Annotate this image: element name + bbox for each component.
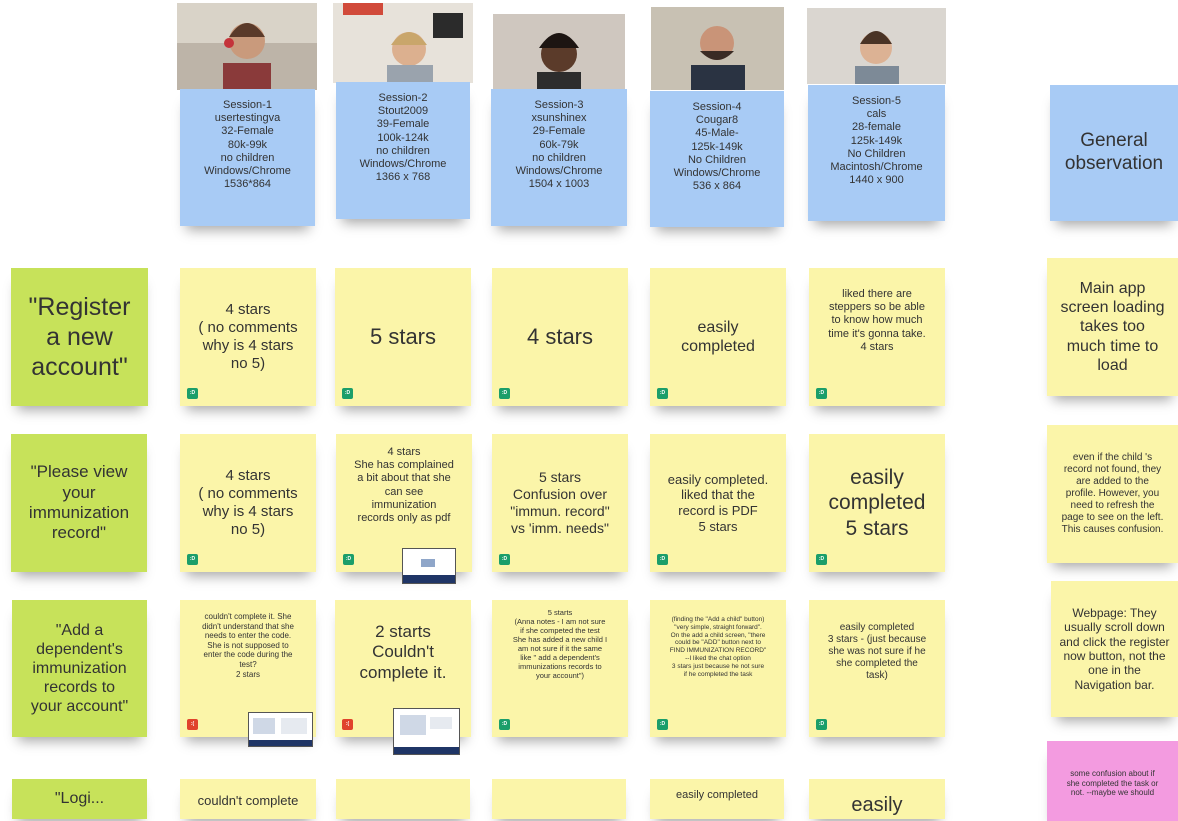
task-note-text: "Please view your immunization record" [28, 462, 130, 543]
observation-text: even if the child 's record not found, t… [1061, 452, 1164, 535]
session-note-2[interactable]: Session-2 Stout2009 39-Female 100k-124k … [336, 82, 470, 219]
feedback-text: 5 starts (Anna notes - I am not sure if … [512, 608, 608, 680]
task-note-add-dependent[interactable]: "Add a dependent's immunization records … [12, 600, 147, 737]
participant-photo-2 [333, 3, 473, 83]
feedback-text: 5 stars Confusion over "immun. record" v… [510, 469, 610, 536]
session-note-5[interactable]: Session-5 cals 28-female 125k-149k No Ch… [808, 85, 945, 221]
feedback-note-r1-s2[interactable]: 5 stars :D [335, 268, 471, 406]
task-note-view-record[interactable]: "Please view your immunization record" [11, 434, 147, 572]
feedback-note-r3-s4[interactable]: (finding the "Add a child" button) "very… [650, 600, 786, 737]
observation-note-4[interactable]: some confusion about if she completed th… [1047, 741, 1178, 821]
success-badge: :D [343, 554, 354, 565]
feedback-text: easily completed 5 stars [828, 466, 926, 540]
feedback-note-r3-s5[interactable]: easily completed 3 stars - (just because… [809, 600, 945, 737]
observation-note-2[interactable]: even if the child 's record not found, t… [1047, 425, 1178, 563]
success-badge: :D [657, 388, 668, 399]
general-observation-note[interactable]: General observation [1050, 85, 1178, 221]
session-note-1[interactable]: Session-1 usertestingva 32-Female 80k-99… [180, 89, 315, 226]
session-note-text: Session-5 cals 28-female 125k-149k No Ch… [830, 95, 923, 187]
success-badge: :D [657, 719, 668, 730]
task-note-text: "Add a dependent's immunization records … [30, 621, 129, 716]
feedback-text: 5 stars [369, 323, 437, 349]
general-observation-title: General observation [1064, 130, 1164, 174]
feedback-text: easily [851, 794, 903, 816]
task-note-text: "Logi... [54, 790, 105, 808]
fail-badge: :( [187, 719, 198, 730]
feedback-text: 4 stars ( no comments why is 4 stars no … [198, 467, 298, 538]
success-badge: :D [816, 719, 827, 730]
success-badge: :D [499, 554, 510, 565]
success-badge: :D [342, 388, 353, 399]
participant-photo-1 [177, 3, 317, 90]
feedback-note-r4-s5[interactable]: easily [809, 779, 945, 819]
feedback-text: easily completed [681, 318, 755, 355]
participant-photo-5 [807, 8, 946, 84]
observation-text: Main app screen loading takes too much t… [1060, 280, 1165, 374]
feedback-note-r1-s3[interactable]: 4 stars :D [492, 268, 628, 406]
feedback-note-r4-s4[interactable]: easily completed [650, 779, 784, 819]
feedback-note-r2-s4[interactable]: easily completed. liked that the record … [650, 434, 786, 572]
observation-text: some confusion about if she completed th… [1066, 769, 1159, 798]
success-badge: :D [499, 388, 510, 399]
feedback-text: 4 stars [526, 323, 594, 349]
feedback-note-r1-s4[interactable]: easily completed :D [650, 268, 786, 406]
success-badge: :D [816, 554, 827, 565]
feedback-text: easily completed 3 stars - (just because… [827, 622, 927, 681]
feedback-text: (finding the "Add a child" button) "very… [669, 616, 767, 678]
feedback-text: 4 stars She has complained a bit about t… [354, 446, 454, 524]
session-note-text: Session-4 Cougar8 45-Male- 125k-149k No … [673, 101, 761, 193]
feedback-text: easily completed. liked that the record … [667, 471, 769, 534]
observation-note-1[interactable]: Main app screen loading takes too much t… [1047, 258, 1178, 396]
feedback-text: couldn't complete [197, 793, 299, 808]
success-badge: :D [499, 719, 510, 730]
feedback-note-r1-s1[interactable]: 4 stars ( no comments why is 4 stars no … [180, 268, 316, 406]
feedback-note-r2-s1[interactable]: 4 stars ( no comments why is 4 stars no … [180, 434, 316, 572]
feedback-text: couldn't complete it. She didn't underst… [202, 612, 294, 679]
task-note-register[interactable]: "Register a new account" [11, 268, 148, 406]
screenshot-thumbnail[interactable] [402, 548, 456, 584]
success-badge: :D [816, 388, 827, 399]
session-note-4[interactable]: Session-4 Cougar8 45-Male- 125k-149k No … [650, 91, 784, 227]
whiteboard-canvas: Session-1 usertestingva 32-Female 80k-99… [0, 0, 1178, 821]
feedback-text: liked there are steppers so be able to k… [828, 288, 926, 353]
observation-text: Webpage: They usually scroll down and cl… [1059, 605, 1170, 692]
session-note-text: Session-2 Stout2009 39-Female 100k-124k … [359, 92, 447, 184]
feedback-note-r2-s5[interactable]: easily completed 5 stars :D [809, 434, 945, 572]
feedback-note-r4-s2[interactable] [336, 779, 470, 819]
feedback-note-r1-s5[interactable]: liked there are steppers so be able to k… [809, 268, 945, 406]
task-note-login[interactable]: "Logi... [12, 779, 147, 819]
session-note-text: Session-3 xsunshinex 29-Female 60k-79k n… [515, 99, 603, 191]
feedback-note-r4-s1[interactable]: couldn't complete [180, 779, 316, 819]
screenshot-thumbnail[interactable] [248, 712, 313, 747]
feedback-note-r3-s3[interactable]: 5 starts (Anna notes - I am not sure if … [492, 600, 628, 737]
feedback-text: 4 stars ( no comments why is 4 stars no … [198, 301, 298, 372]
participant-photo-3 [493, 14, 625, 90]
success-badge: :D [187, 388, 198, 399]
success-badge: :D [657, 554, 668, 565]
fail-badge: :( [342, 719, 353, 730]
task-note-text: "Register a new account" [28, 293, 131, 381]
success-badge: :D [187, 554, 198, 565]
participant-photo-4 [651, 7, 784, 90]
session-note-3[interactable]: Session-3 xsunshinex 29-Female 60k-79k n… [491, 89, 627, 226]
feedback-text: 2 starts Couldn't complete it. [359, 622, 447, 682]
session-note-text: Session-1 usertestingva 32-Female 80k-99… [204, 99, 291, 191]
feedback-note-r4-s3[interactable] [492, 779, 626, 819]
feedback-text: easily completed [676, 789, 758, 801]
feedback-note-r2-s3[interactable]: 5 stars Confusion over "immun. record" v… [492, 434, 628, 572]
observation-note-3[interactable]: Webpage: They usually scroll down and cl… [1051, 581, 1178, 717]
screenshot-thumbnail[interactable] [393, 708, 460, 755]
